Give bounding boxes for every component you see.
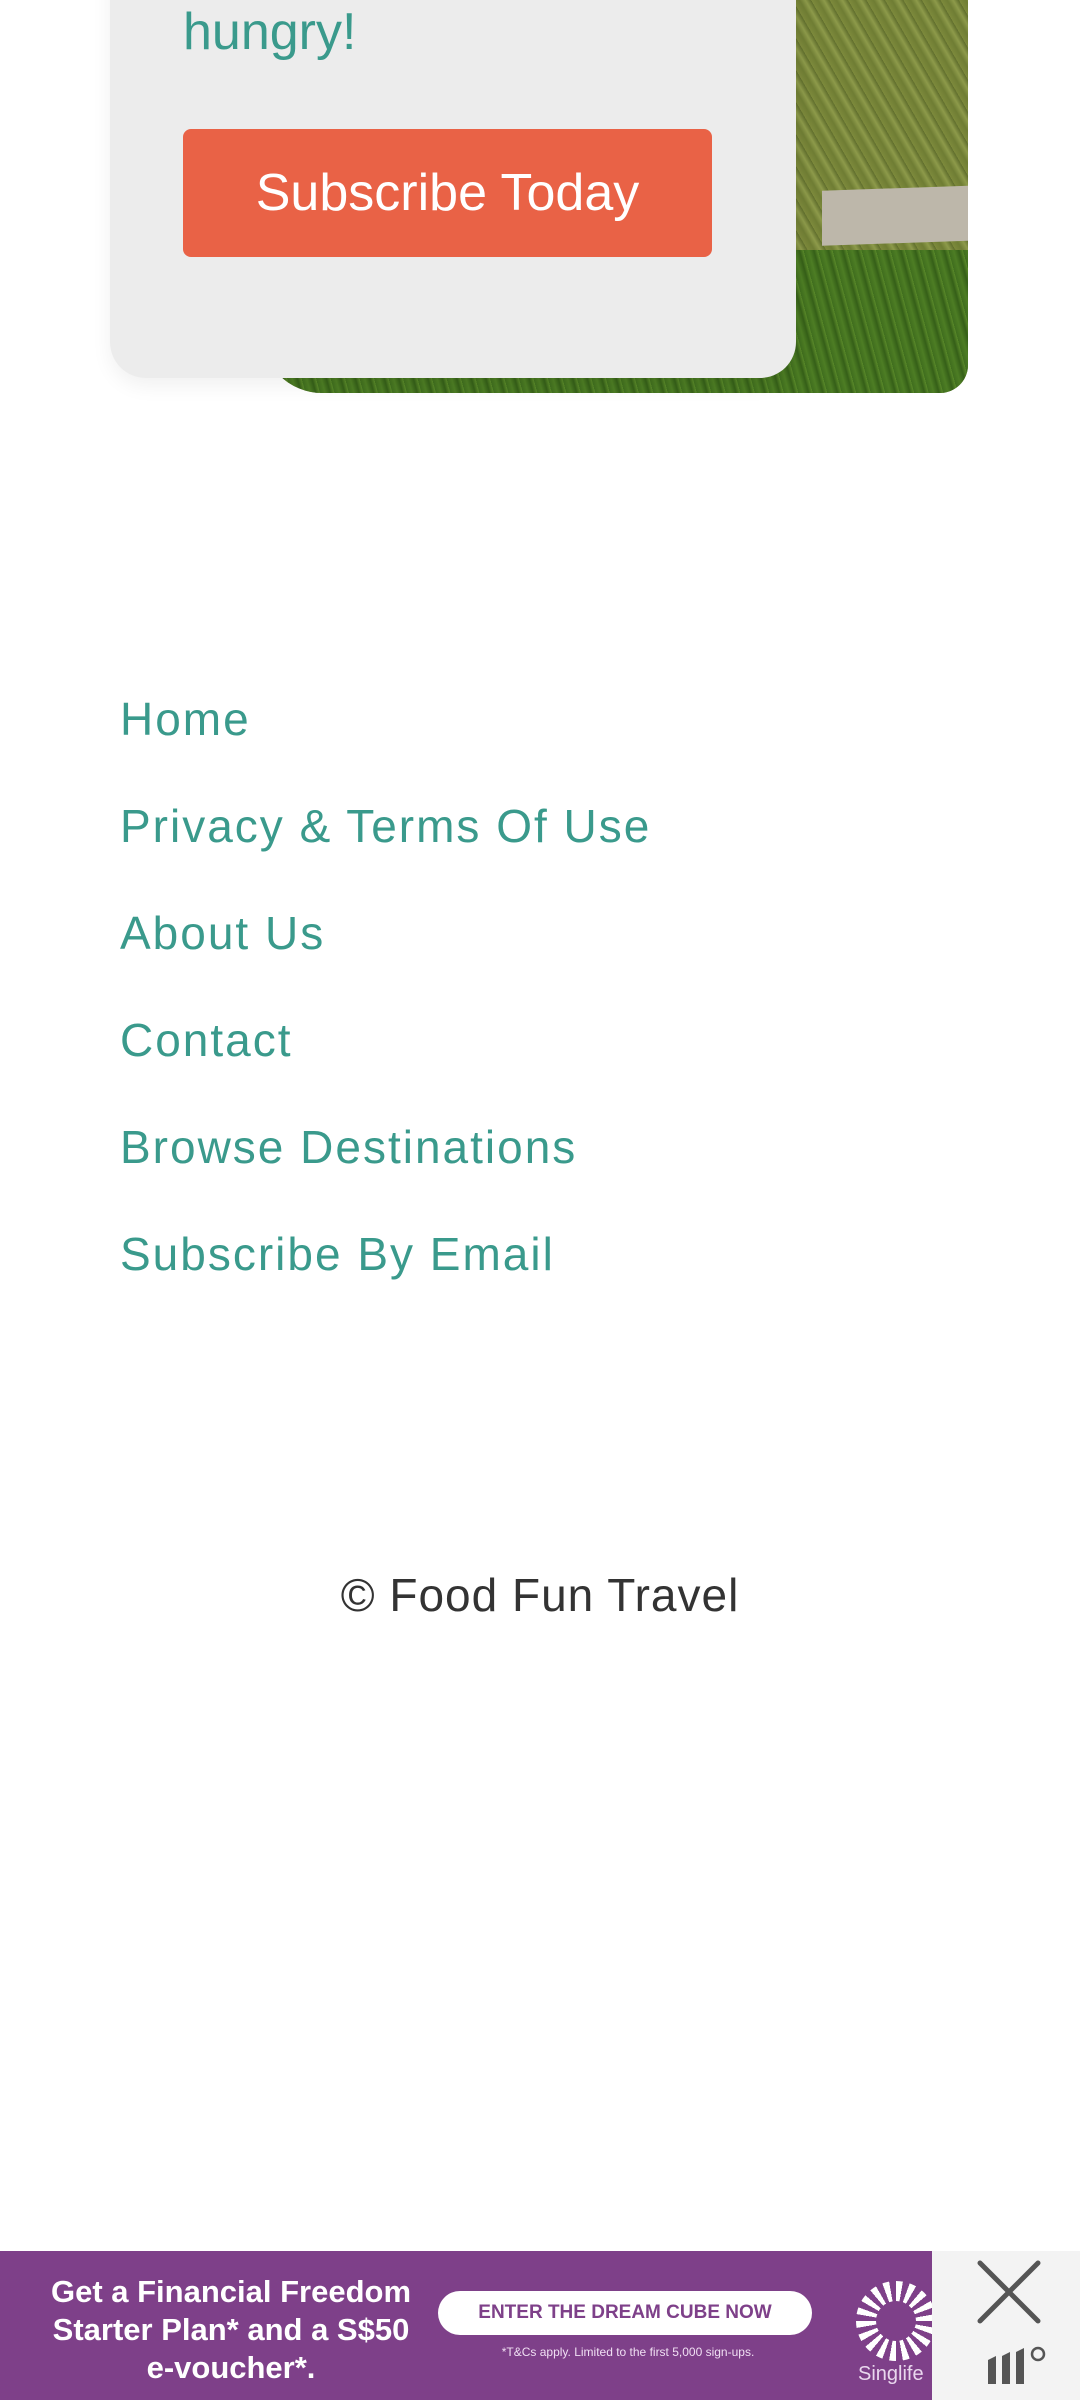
ad-network-logo-icon [988, 2346, 1046, 2384]
footer-link-about-us[interactable]: About Us [120, 894, 651, 1001]
footer-nav: Home Privacy & Terms Of Use About Us Con… [120, 680, 651, 1322]
close-icon[interactable] [972, 2255, 1046, 2329]
subscribe-today-button[interactable]: Subscribe Today [183, 129, 712, 257]
ad-creative[interactable]: Get a Financial Freedom Starter Plan* an… [0, 2251, 932, 2400]
footer-link-browse-destinations[interactable]: Browse Destinations [120, 1108, 651, 1215]
ad-cta-button[interactable]: ENTER THE DREAM CUBE NOW [438, 2291, 812, 2335]
ad-brand-logo-icon [856, 2281, 932, 2361]
footer-link-privacy-terms[interactable]: Privacy & Terms Of Use [120, 787, 651, 894]
footer-link-contact[interactable]: Contact [120, 1001, 651, 1108]
subscribe-card-text: hungry! [183, 3, 357, 61]
copyright-text: © Food Fun Travel [340, 1569, 740, 1621]
page: hungry! Subscribe Today Home Privacy & T… [0, 0, 1080, 2400]
ad-banner: Get a Financial Freedom Starter Plan* an… [0, 2251, 1080, 2400]
ad-brand-logo-center [876, 2301, 916, 2341]
ad-headline: Get a Financial Freedom Starter Plan* an… [50, 2274, 412, 2385]
ad-brand-name: Singlife [858, 2363, 924, 2385]
footer-link-home[interactable]: Home [120, 680, 651, 787]
hero-photo-path [822, 185, 968, 246]
ad-fine-print: *T&Cs apply. Limited to the first 5,000 … [501, 2345, 755, 2359]
footer-link-subscribe-by-email[interactable]: Subscribe By Email [120, 1215, 651, 1322]
